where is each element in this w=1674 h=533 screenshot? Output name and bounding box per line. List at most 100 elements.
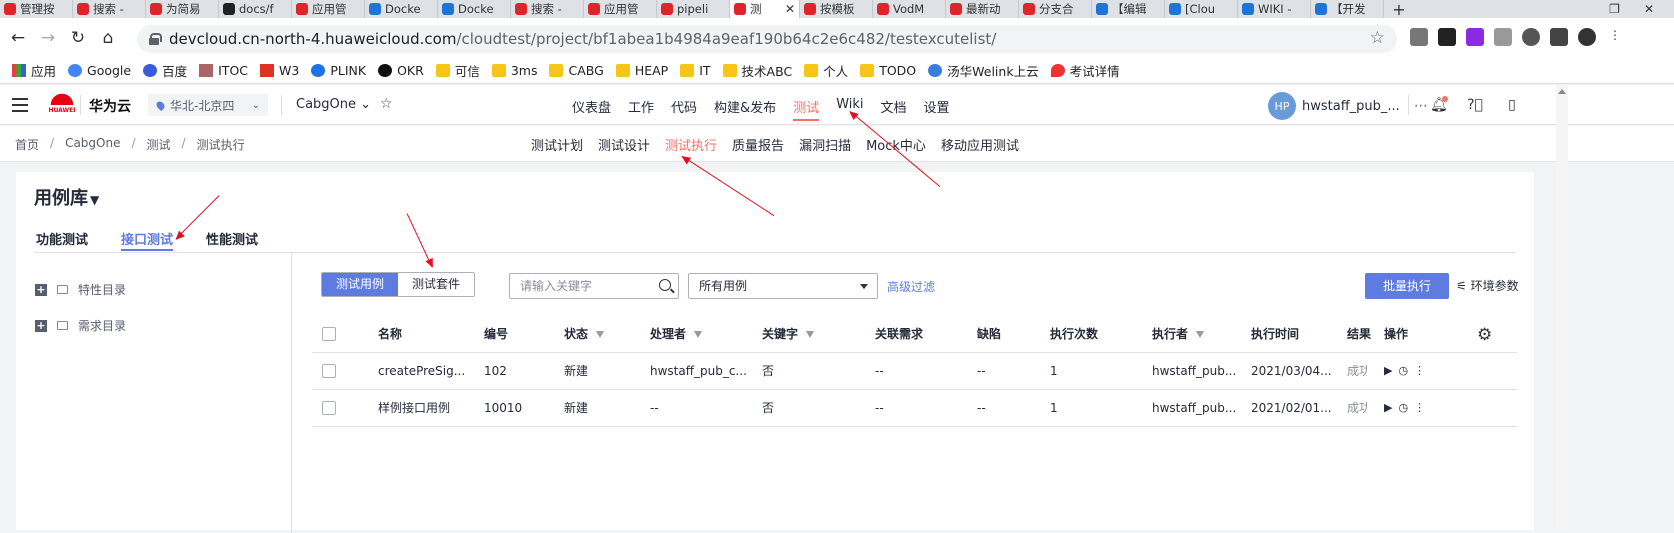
history-icon[interactable]: ◷ — [1398, 353, 1408, 389]
bookmark-item[interactable]: 应用 — [12, 61, 56, 80]
extension-icon[interactable] — [1494, 28, 1512, 46]
cell-name[interactable]: createPreSig... — [378, 353, 465, 389]
browser-tab[interactable]: 搜索 - — [511, 0, 584, 18]
nav-work[interactable]: 工作 — [628, 97, 654, 116]
browser-tab[interactable]: WIKI - — [1238, 0, 1311, 18]
browser-tab[interactable]: 管理按 — [0, 0, 73, 18]
expand-plus-icon[interactable]: + — [35, 319, 47, 332]
bookmark-folder[interactable]: 3ms — [491, 63, 537, 78]
browser-tab[interactable]: 搜索 - — [73, 0, 146, 18]
more-vertical-icon[interactable]: ⋮ — [1414, 390, 1425, 426]
extension-icon[interactable] — [1522, 28, 1540, 46]
forward-arrow-icon[interactable]: → — [33, 28, 63, 48]
bookmark-item[interactable]: Google — [68, 63, 131, 78]
search-icon[interactable] — [659, 279, 671, 291]
tree-item-requirement[interactable]: + 需求目录 — [35, 317, 126, 334]
extension-icon[interactable] — [1438, 28, 1456, 46]
bookmark-folder[interactable]: 技术ABC — [722, 61, 792, 80]
segment-test-suites[interactable]: 测试套件 — [398, 273, 475, 296]
more-vertical-icon[interactable]: ⋮ — [1414, 353, 1425, 389]
filter-icon[interactable] — [806, 331, 815, 338]
browser-tab[interactable]: Docke — [438, 0, 511, 18]
browser-tab[interactable]: 按模板 — [800, 0, 873, 18]
subnav-quality-report[interactable]: 质量报告 — [732, 135, 784, 154]
huawei-logo[interactable]: HUAWEI — [47, 91, 77, 119]
bookmark-item[interactable]: PLINK — [311, 63, 366, 78]
segment-test-cases[interactable]: 测试用例 — [322, 273, 399, 296]
bookmark-item[interactable]: OKR — [378, 63, 424, 78]
back-arrow-icon[interactable]: ← — [3, 28, 33, 48]
address-bar[interactable]: devcloud.cn-north-4.huaweicloud.com/clou… — [137, 25, 1397, 53]
user-menu[interactable]: HP hwstaff_pub_... ⋯ — [1268, 92, 1428, 120]
bookmark-folder[interactable]: 个人 — [804, 61, 848, 80]
row-checkbox[interactable] — [322, 364, 336, 378]
browser-menu-icon[interactable]: ⋮ — [1606, 28, 1624, 46]
filter-icon[interactable] — [596, 331, 605, 338]
search-input[interactable]: 请输入关键字 — [509, 273, 679, 299]
browser-tab[interactable]: 分支合 — [1019, 0, 1092, 18]
history-icon[interactable]: ◷ — [1398, 390, 1408, 426]
scroll-up-icon[interactable] — [1558, 89, 1566, 94]
bookmark-item[interactable]: W3 — [260, 63, 299, 78]
select-all-checkbox[interactable] — [322, 327, 336, 341]
breadcrumb-project[interactable]: CabgOne — [65, 136, 120, 153]
batch-execute-button[interactable]: 批量执行 — [1365, 273, 1449, 299]
browser-tab[interactable]: 最新动 — [946, 0, 1019, 18]
breadcrumb-home[interactable]: 首页 — [15, 136, 39, 153]
project-selector[interactable]: CabgOne ⌄ — [296, 97, 371, 112]
browser-tab[interactable]: docs/f — [219, 0, 292, 18]
nav-dashboard[interactable]: 仪表盘 — [572, 97, 611, 116]
bookmark-folder[interactable]: IT — [680, 63, 711, 78]
nav-docs[interactable]: 文档 — [881, 97, 907, 116]
bookmark-star-icon[interactable]: ☆ — [1370, 28, 1385, 48]
nav-settings[interactable]: 设置 — [924, 97, 950, 116]
home-icon[interactable]: ⌂ — [93, 28, 123, 48]
browser-tab[interactable]: Docke — [365, 0, 438, 18]
bookmark-folder[interactable]: TODO — [860, 63, 916, 78]
subnav-vuln-scan[interactable]: 漏洞扫描 — [799, 135, 851, 154]
tree-item-feature[interactable]: + 特性目录 — [35, 281, 126, 298]
help-icon[interactable]: ?⃝ — [1467, 97, 1483, 114]
subnav-mobile-test[interactable]: 移动应用测试 — [941, 135, 1019, 154]
advanced-filter-link[interactable]: 高级过滤 — [887, 278, 935, 295]
hamburger-menu-icon[interactable] — [12, 98, 28, 112]
table-row[interactable]: 样例接口用例 10010 新建 -- 否 -- -- 1 hwstaff_pub… — [312, 390, 1517, 427]
tab-performance-test[interactable]: 性能测试 — [206, 229, 258, 248]
nav-build-release[interactable]: 构建&发布 — [714, 97, 776, 116]
extensions-puzzle-icon[interactable] — [1550, 28, 1568, 46]
restore-window-icon[interactable]: ❐ — [1609, 2, 1620, 16]
bookmark-item[interactable]: 汤华Welink上云 — [928, 61, 1039, 80]
page-scrollbar[interactable] — [1556, 85, 1568, 530]
case-filter-select[interactable]: 所有用例 — [688, 273, 878, 299]
bookmark-item[interactable]: ITOC — [199, 63, 248, 78]
tab-api-test[interactable]: 接口测试 — [121, 229, 174, 251]
favorite-star-icon[interactable]: ☆ — [380, 96, 393, 112]
browser-tab[interactable]: VodM — [873, 0, 946, 18]
filter-icon[interactable] — [694, 331, 703, 338]
row-checkbox[interactable] — [322, 401, 336, 415]
browser-tab[interactable]: 【开发 — [1311, 0, 1384, 18]
extension-icon[interactable] — [1466, 28, 1484, 46]
bookmark-folder[interactable]: HEAP — [615, 63, 668, 78]
gear-icon[interactable]: ⚙ — [1477, 325, 1492, 345]
browser-tab[interactable]: pipeli — [657, 0, 730, 18]
browser-tab[interactable]: 应用管 — [584, 0, 657, 18]
nav-test[interactable]: 测试 — [793, 97, 820, 121]
subnav-test-design[interactable]: 测试设计 — [598, 135, 650, 154]
bookmark-item[interactable]: 百度 — [143, 61, 187, 80]
close-window-icon[interactable]: ✕ — [1644, 2, 1654, 16]
reload-icon[interactable]: ↻ — [63, 28, 93, 48]
play-icon[interactable]: ▶ — [1384, 353, 1392, 389]
extension-icon[interactable] — [1410, 28, 1428, 46]
cell-name[interactable]: 样例接口用例 — [378, 390, 450, 426]
subnav-test-execution[interactable]: 测试执行 — [665, 135, 717, 154]
expand-plus-icon[interactable]: + — [35, 283, 47, 296]
bell-icon[interactable]: 🔔︎ — [1430, 95, 1448, 114]
close-tab-icon[interactable]: ✕ — [785, 2, 795, 16]
region-selector[interactable]: 华北-北京四 ⌄ — [148, 94, 268, 116]
filter-icon[interactable] — [1196, 331, 1205, 338]
browser-tab[interactable]: 应用管 — [292, 0, 365, 18]
bookmark-item[interactable]: 考试详情 — [1050, 61, 1120, 80]
browser-tab[interactable]: 【编辑 — [1092, 0, 1165, 18]
browser-tab[interactable]: [Clou — [1165, 0, 1238, 18]
